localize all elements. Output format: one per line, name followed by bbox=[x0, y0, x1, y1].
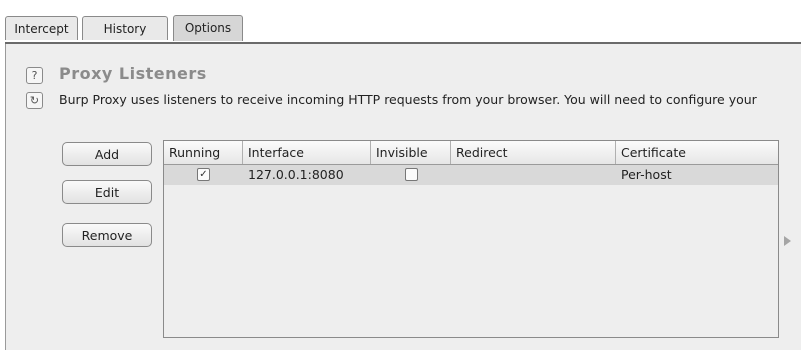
running-cell: ✓ bbox=[164, 165, 243, 185]
column-header-certificate[interactable]: Certificate bbox=[616, 141, 778, 164]
remove-button[interactable]: Remove bbox=[62, 223, 152, 247]
listeners-table: Running Interface Invisible Redirect Cer… bbox=[163, 140, 779, 338]
restore-defaults-icon[interactable]: ↻ bbox=[26, 92, 43, 109]
invisible-checkbox[interactable] bbox=[405, 168, 418, 181]
running-checkbox[interactable]: ✓ bbox=[197, 168, 210, 181]
section-description: Burp Proxy uses listeners to receive inc… bbox=[59, 92, 757, 107]
tab-history[interactable]: History bbox=[82, 16, 168, 40]
add-button[interactable]: Add bbox=[62, 142, 152, 166]
column-header-interface[interactable]: Interface bbox=[243, 141, 371, 164]
interface-cell: 127.0.0.1:8080 bbox=[248, 167, 344, 182]
column-header-running[interactable]: Running bbox=[164, 141, 243, 164]
expand-arrow-icon[interactable] bbox=[784, 236, 791, 246]
table-header: Running Interface Invisible Redirect Cer… bbox=[164, 141, 778, 165]
table-row[interactable]: ✓ 127.0.0.1:8080 Per-host bbox=[164, 165, 778, 185]
certificate-cell: Per-host bbox=[621, 167, 672, 182]
tab-intercept[interactable]: Intercept bbox=[5, 16, 78, 40]
tab-options[interactable]: Options bbox=[173, 15, 243, 41]
section-title-proxy-listeners: Proxy Listeners bbox=[59, 64, 207, 83]
column-header-invisible[interactable]: Invisible bbox=[371, 141, 451, 164]
edit-button[interactable]: Edit bbox=[62, 180, 152, 204]
redirect-cell bbox=[451, 165, 616, 185]
proxy-tab-bar: Intercept History Options bbox=[5, 14, 801, 44]
invisible-cell bbox=[371, 165, 451, 185]
help-icon[interactable]: ? bbox=[26, 67, 43, 84]
column-header-redirect[interactable]: Redirect bbox=[451, 141, 616, 164]
